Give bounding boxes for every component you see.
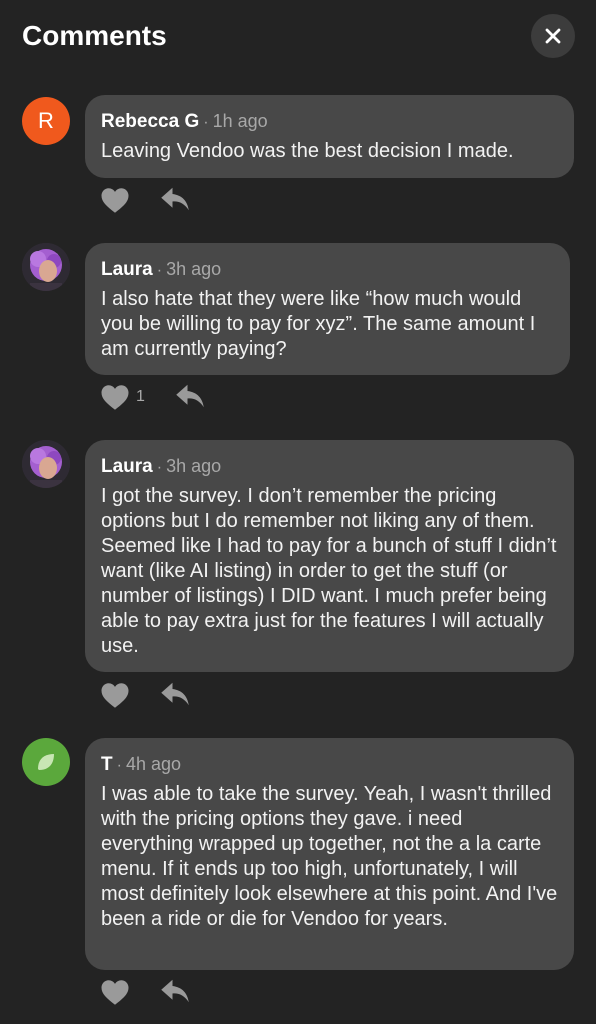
comment-time: 1h ago [212,111,268,131]
comment-actions [100,976,189,1008]
separator-dot: · [116,757,122,774]
avatar-letter: R [38,108,54,133]
heart-icon [101,384,129,410]
reply-arrow-icon [176,384,204,408]
comment-text: Leaving Vendoo was the best decision I m… [101,140,514,162]
like-button[interactable] [100,682,130,709]
reply-arrow-icon [161,187,189,211]
separator-dot: · [156,262,163,279]
avatar[interactable] [22,738,70,786]
comment-time: 4h ago [125,754,181,774]
comment-meta: Laura · 3h ago [101,257,554,283]
comment-text: I also hate that they were like “how muc… [101,288,536,360]
reply-button[interactable] [160,681,190,712]
reply-button[interactable] [160,978,190,1009]
reply-button[interactable] [175,383,205,414]
separator-dot: · [156,459,163,476]
comment-meta: T · 4h ago [101,752,558,778]
like-button[interactable] [100,979,130,1006]
comment-actions [100,184,189,216]
reply-arrow-icon [161,682,189,706]
avatar[interactable] [22,243,70,291]
comments-header: Comments [0,0,596,76]
comment-time: 3h ago [166,456,222,476]
page-title: Comments [22,20,167,51]
separator-dot: · [203,114,209,131]
reply-arrow-icon [161,979,189,1003]
comment-bubble: Laura · 3h ago I got the survey. I don’t r… [85,440,574,672]
avatar[interactable]: R [22,97,70,145]
comment-author[interactable]: Rebecca G [101,111,199,132]
close-icon [545,28,561,44]
heart-icon [101,979,129,1005]
avatar[interactable] [22,440,70,488]
heart-icon [101,187,129,213]
like-button[interactable]: 1 [100,384,145,411]
comment-text: I was able to take the survey. Yeah, I w… [101,783,558,930]
comment-time: 3h ago [166,259,222,279]
profile-photo-icon [22,440,70,488]
close-button[interactable] [531,14,575,58]
comment-author[interactable]: Laura [101,456,153,477]
comment-meta: Rebecca G · 1h ago [101,109,558,135]
comment-actions: 1 [100,381,204,413]
leaf-icon [38,754,54,770]
heart-icon [101,682,129,708]
reply-button[interactable] [160,186,190,217]
comment-actions [100,679,189,711]
profile-photo-icon [22,243,70,291]
comment-bubble: Laura · 3h ago I also hate that they were … [85,243,570,375]
comment-meta: Laura · 3h ago [101,454,558,480]
comment-text: I got the survey. I don’t remember the p… [101,485,557,657]
comment-author[interactable]: T [101,754,113,775]
comment-bubble: T · 4h ago I was able to take the survey. … [85,738,574,970]
like-count: 1 [136,388,145,405]
comment-author[interactable]: Laura [101,259,153,280]
comment-bubble: Rebecca G · 1h ago Leaving Vendoo was the … [85,95,574,178]
like-button[interactable] [100,187,130,214]
